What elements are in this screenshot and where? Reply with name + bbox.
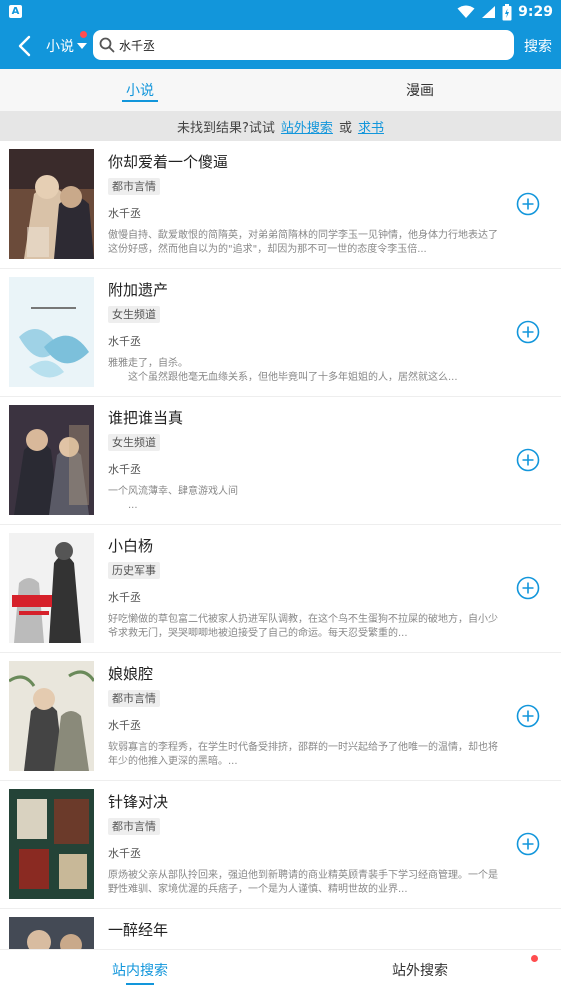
plus-circle-icon bbox=[516, 704, 540, 728]
book-item[interactable]: 你却爱着一个傻逼 都市言情 水千丞 傲慢自持、歃爱敢恨的简隋英，对弟弟简隋林的同… bbox=[0, 141, 561, 269]
app-bar: 小说 搜索 bbox=[0, 24, 561, 69]
book-item[interactable]: 谁把谁当真 女生频道 水千丞 一个风流薄幸、肆意游戏人间 ... bbox=[0, 397, 561, 525]
book-title: 针锋对决 bbox=[108, 793, 169, 811]
top-bar: A 9:29 小说 搜索 bbox=[0, 0, 561, 69]
add-to-shelf-button[interactable] bbox=[516, 832, 540, 856]
add-to-shelf-button[interactable] bbox=[516, 448, 540, 472]
book-title: 一醉经年 bbox=[108, 921, 169, 939]
chevron-left-icon bbox=[18, 35, 31, 57]
status-bar: A 9:29 bbox=[0, 0, 561, 24]
bottom-nav: 站内搜索 站外搜索 bbox=[0, 949, 561, 997]
wifi-icon bbox=[457, 5, 475, 18]
book-description: 好吃懒做的草包富二代被家人扔进军队调教，在这个鸟不生蛋狗不拉屎的破地方，自小少爷… bbox=[108, 614, 498, 639]
book-description: 原炀被父亲从部队拎回来，强迫他到新聘请的商业精英顾青裴手下学习经商管理。一个是野… bbox=[108, 870, 498, 895]
book-item[interactable]: 针锋对决 都市言情 水千丞 原炀被父亲从部队拎回来，强迫他到新聘请的商业精英顾青… bbox=[0, 781, 561, 909]
hint-text: 未找到结果?试试 bbox=[177, 120, 275, 136]
notification-dot bbox=[80, 31, 87, 38]
genre-tag: 都市言情 bbox=[108, 818, 160, 835]
book-title: 附加遗产 bbox=[108, 281, 169, 299]
content-type-tabs: 小说 漫画 bbox=[0, 69, 561, 111]
book-author: 水千丞 bbox=[108, 719, 141, 732]
add-to-shelf-button[interactable] bbox=[516, 704, 540, 728]
status-icons: 9:29 bbox=[457, 2, 553, 22]
book-author: 水千丞 bbox=[108, 335, 141, 348]
category-label: 小说 bbox=[46, 39, 74, 55]
external-search-link[interactable]: 站外搜索 bbox=[281, 117, 333, 136]
tab-novel[interactable]: 小说 bbox=[110, 69, 170, 111]
search-button[interactable]: 搜索 bbox=[524, 36, 552, 56]
book-author: 水千丞 bbox=[108, 591, 141, 604]
book-cover bbox=[9, 661, 94, 771]
add-to-shelf-button[interactable] bbox=[516, 320, 540, 344]
search-input[interactable] bbox=[119, 38, 499, 52]
clock: 9:29 bbox=[518, 4, 553, 20]
genre-tag: 历史军事 bbox=[108, 562, 160, 579]
book-title: 小白杨 bbox=[108, 537, 154, 555]
app-notification-icon: A bbox=[9, 5, 22, 18]
battery-icon bbox=[502, 3, 512, 20]
plus-circle-icon bbox=[516, 320, 540, 344]
search-icon bbox=[99, 37, 115, 53]
back-button[interactable] bbox=[10, 32, 38, 60]
book-cover bbox=[9, 533, 94, 643]
book-item[interactable]: 附加遗产 女生频道 水千丞 雅雅走了，自杀。 这个虽然跟他毫无血缘关系，但他毕竟… bbox=[0, 269, 561, 397]
category-dropdown[interactable]: 小说 bbox=[46, 31, 87, 57]
genre-tag: 女生频道 bbox=[108, 306, 160, 323]
book-title: 娘娘腔 bbox=[108, 665, 154, 683]
book-title: 你却爱着一个傻逼 bbox=[108, 153, 229, 171]
book-title: 谁把谁当真 bbox=[108, 409, 184, 427]
search-box[interactable] bbox=[93, 30, 514, 60]
book-author: 水千丞 bbox=[108, 847, 141, 860]
add-to-shelf-button[interactable] bbox=[516, 192, 540, 216]
caret-down-icon bbox=[77, 43, 87, 49]
book-cover bbox=[9, 789, 94, 899]
notification-dot bbox=[531, 955, 538, 962]
book-cover bbox=[9, 917, 94, 949]
request-book-link[interactable]: 求书 bbox=[358, 117, 384, 136]
signal-icon bbox=[482, 6, 496, 18]
tab-indicator bbox=[122, 100, 158, 102]
book-author: 水千丞 bbox=[108, 207, 141, 220]
genre-tag: 女生频道 bbox=[108, 434, 160, 451]
nav-indicator bbox=[126, 983, 154, 985]
book-item[interactable]: 小白杨 历史军事 水千丞 好吃懒做的草包富二代被家人扔进军队调教，在这个鸟不生蛋… bbox=[0, 525, 561, 653]
add-to-shelf-button[interactable] bbox=[516, 576, 540, 600]
book-item[interactable]: 一醉经年 bbox=[0, 909, 561, 949]
plus-circle-icon bbox=[516, 192, 540, 216]
book-item[interactable]: 娘娘腔 都市言情 水千丞 软弱寡言的李程秀，在学生时代备受排挤，邵群的一时兴起给… bbox=[0, 653, 561, 781]
no-result-hint: 未找到结果?试试 站外搜索 或 求书 bbox=[0, 111, 561, 141]
nav-external-search[interactable]: 站外搜索 bbox=[380, 950, 460, 990]
book-description: 雅雅走了，自杀。 这个虽然跟他毫无血缘关系，但他毕竟叫了十多年姐姐的人，居然就这… bbox=[108, 358, 458, 383]
plus-circle-icon bbox=[516, 832, 540, 856]
tab-comic[interactable]: 漫画 bbox=[390, 69, 450, 111]
book-description: 软弱寡言的李程秀，在学生时代备受排挤，邵群的一时兴起给予了他唯一的温情，却也将年… bbox=[108, 742, 498, 767]
book-description: 傲慢自持、歃爱敢恨的简隋英，对弟弟简隋林的同学李玉一见钟情，他身体力行地表达了这… bbox=[108, 230, 498, 255]
book-description: 一个风流薄幸、肆意游戏人间 ... bbox=[108, 486, 238, 511]
book-list: 你却爱着一个傻逼 都市言情 水千丞 傲慢自持、歃爱敢恨的简隋英，对弟弟简隋林的同… bbox=[0, 141, 561, 949]
book-cover bbox=[9, 405, 94, 515]
genre-tag: 都市言情 bbox=[108, 690, 160, 707]
genre-tag: 都市言情 bbox=[108, 178, 160, 195]
plus-circle-icon bbox=[516, 576, 540, 600]
hint-or: 或 bbox=[338, 120, 352, 136]
book-cover bbox=[9, 277, 94, 387]
plus-circle-icon bbox=[516, 448, 540, 472]
book-author: 水千丞 bbox=[108, 463, 141, 476]
book-cover bbox=[9, 149, 94, 259]
